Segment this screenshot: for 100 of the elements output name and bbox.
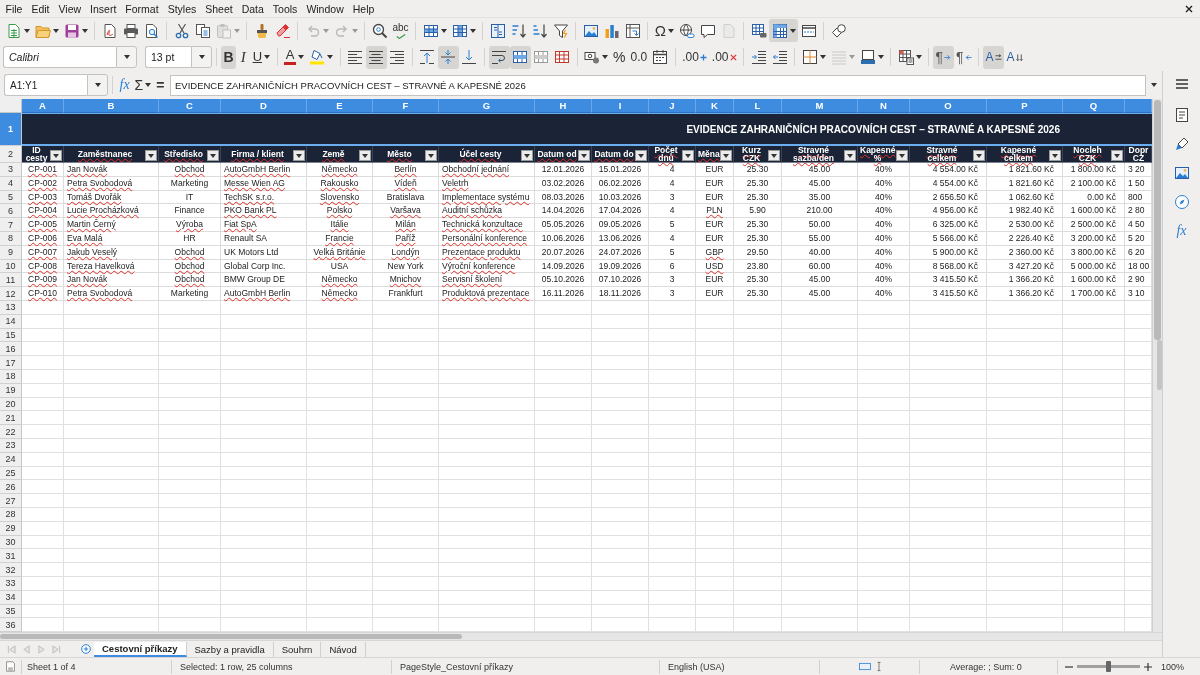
row-header[interactable]: 11 [0, 273, 22, 288]
row-header[interactable]: 6 [0, 204, 22, 219]
column-heading: Účel cesty [458, 150, 503, 158]
functions-button[interactable]: fx [1168, 220, 1195, 242]
name-box-field[interactable]: A1:Y1 [4, 74, 87, 96]
autofilter-button[interactable] [1111, 150, 1123, 161]
row-header[interactable]: 26 [0, 480, 22, 495]
autofilter-button[interactable] [973, 150, 985, 161]
formula-button[interactable]: = [153, 73, 167, 97]
sheet-tab[interactable]: Souhrn [273, 641, 322, 657]
vertical-text-button[interactable]: A [1004, 45, 1026, 69]
table-cell: 4 [649, 204, 696, 219]
column-heading: Nocleh CZK [1072, 146, 1103, 162]
sheet-tab[interactable]: Cestovní příkazy [94, 641, 187, 657]
menu-item[interactable]: Insert [85, 0, 121, 17]
vertical-scrollbar[interactable] [1152, 99, 1162, 632]
row-header[interactable]: 21 [0, 411, 22, 426]
table-cell: 40% [858, 273, 910, 288]
formula-input-field[interactable]: EVIDENCE ZAHRANIČNÍCH PRACOVNÍCH CEST – STRAVNÉ A KAPESNÉ 2026 [169, 74, 1146, 96]
add-sheet-button[interactable] [78, 641, 94, 657]
text-direction-button[interactable]: A [983, 45, 1005, 69]
autofilter-button[interactable] [359, 150, 371, 161]
menu-item[interactable]: Tools [268, 0, 302, 17]
number-format-button[interactable]: 0.0 [627, 45, 650, 69]
bold-button[interactable]: B [221, 45, 237, 69]
font-color-button[interactable]: A [281, 45, 307, 69]
menu-item[interactable]: Format [120, 0, 164, 17]
row-header[interactable]: 2 [0, 146, 22, 163]
autofilter-button[interactable] [896, 150, 908, 161]
autofilter-button[interactable] [1049, 150, 1061, 161]
autofilter-button[interactable] [844, 150, 856, 161]
italic-button[interactable]: I [236, 45, 251, 69]
delete-decimal-button[interactable]: .00 [709, 45, 740, 69]
autofilter-button[interactable] [50, 150, 62, 161]
left-to-right-button[interactable]: ¶ [933, 45, 954, 69]
right-to-left-button[interactable]: ¶ [953, 45, 975, 69]
row-header[interactable]: 31 [0, 549, 22, 564]
freeze-rows-button[interactable] [769, 19, 799, 42]
menu-item[interactable]: Help [348, 0, 379, 17]
menu-item[interactable]: View [54, 0, 86, 17]
add-decimal-button[interactable]: .00 [679, 45, 710, 69]
table-cell: Francie [307, 232, 373, 246]
row-header[interactable]: 17 [0, 356, 22, 370]
table-cell: 12.01.2026 [535, 163, 592, 177]
menu-item[interactable]: File [1, 0, 27, 17]
sheet-title: EVIDENCE ZAHRANIČNÍCH PRACOVNÍCH CEST – STRAVNÉ A KAPESNÉ 2026 [686, 123, 1060, 135]
scrollbar-thumb[interactable] [0, 634, 462, 639]
table-cell: 3 800.00 Kč [1063, 245, 1125, 260]
menu-item[interactable]: Sheet [200, 0, 238, 17]
sheet-tab[interactable]: Návod [321, 641, 366, 657]
name-box-dropdown-button[interactable] [87, 74, 108, 96]
align-center-button[interactable] [365, 45, 387, 69]
autofilter-button[interactable] [578, 150, 590, 161]
autofilter-button[interactable] [521, 150, 533, 161]
caret-icon [210, 153, 216, 158]
scrollbar-thumb[interactable] [1154, 100, 1161, 340]
table-cell: 2 530.00 Kč [987, 218, 1063, 232]
spelling-button[interactable]: abc [390, 19, 412, 42]
menu-item[interactable]: Data [237, 0, 269, 17]
font-size-field[interactable]: 13 pt [145, 46, 191, 68]
menu-item[interactable]: Edit [26, 0, 54, 17]
row-header[interactable]: 27 [0, 494, 22, 508]
row-header[interactable]: 16 [0, 342, 22, 357]
menu-item[interactable]: Window [301, 0, 349, 17]
font-size-dropdown-button[interactable] [191, 46, 212, 68]
autofilter-button[interactable] [720, 150, 732, 161]
row-header[interactable]: 36 [0, 618, 22, 633]
font-name-dropdown-button[interactable] [116, 46, 137, 68]
function-wizard-button[interactable]: fx [117, 73, 133, 97]
selection-info: Selected: 1 row, 25 columns [172, 659, 392, 674]
slider-thumb[interactable] [1106, 661, 1111, 672]
table-cell: Německo [307, 273, 373, 288]
menu-item[interactable]: Styles [163, 0, 201, 17]
row-header[interactable]: 12 [0, 287, 22, 301]
row-header[interactable]: 3 [0, 163, 22, 177]
underline-button[interactable]: U [250, 45, 273, 69]
sum-button[interactable]: Σ [132, 73, 154, 97]
sidebar-handle[interactable] [1157, 340, 1162, 390]
image-icon [1173, 165, 1190, 181]
table-cell: EUR [696, 232, 734, 246]
font-name-field[interactable]: Calibri [3, 46, 116, 68]
autofilter-button[interactable] [425, 150, 437, 161]
horizontal-scrollbar[interactable] [0, 632, 1162, 640]
table-cell: 1 821.60 Kč [987, 176, 1063, 191]
row-header[interactable]: 7 [0, 218, 22, 232]
table-cell: Jakub Veselý [64, 245, 159, 260]
sheet-tab[interactable]: Sazby a pravidla [186, 641, 274, 657]
autofilter-button[interactable] [207, 150, 219, 161]
wrap-text-button[interactable] [488, 45, 510, 69]
zoom-in-button[interactable] [1143, 660, 1153, 673]
special-character-button[interactable]: Ω [652, 19, 677, 42]
autofilter-button[interactable] [145, 150, 157, 161]
row-header[interactable]: 22 [0, 425, 22, 439]
autofilter-button[interactable] [293, 150, 305, 161]
row-header[interactable]: 32 [0, 563, 22, 577]
percent-format-button[interactable]: % [610, 45, 628, 69]
autofilter-button[interactable] [682, 150, 694, 161]
autofilter-button[interactable] [635, 150, 647, 161]
merge-center-button[interactable] [509, 45, 531, 69]
autofilter-button[interactable] [768, 150, 780, 161]
